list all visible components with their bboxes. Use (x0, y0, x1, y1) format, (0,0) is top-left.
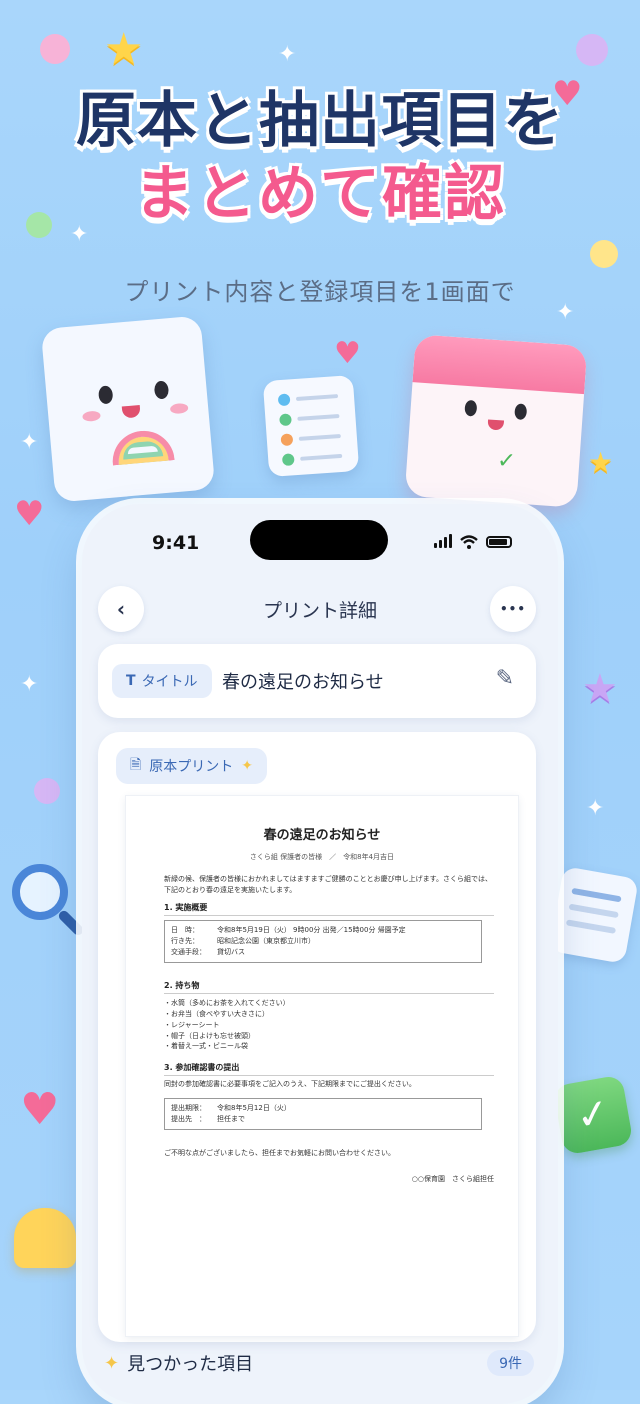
detail-value: 令和8年5月12日（火） (217, 1104, 291, 1112)
hero-title-line2: まとめて確認 (134, 159, 506, 230)
calendar-character-illustration: ✓ (404, 334, 588, 508)
bell-character-icon (14, 1208, 76, 1268)
sparkle-icon: ✦ (20, 430, 39, 455)
cheek (82, 410, 101, 422)
sparkle-icon: ✦ (20, 672, 39, 697)
mouth (121, 404, 141, 419)
title-chip: T タイトル (112, 664, 212, 698)
star-icon: ★ (582, 666, 618, 712)
print-document-image[interactable]: 春の遠足のお知らせ さくら組 保護者の皆様 ／ 令和8年4月吉日 新緑の候、保護… (126, 796, 518, 1336)
decor-dot-yellow (590, 240, 618, 268)
status-icons (434, 534, 512, 549)
detail-value: 担任まで (217, 1114, 245, 1123)
phone-mockup: 9:41 ‹ プリント詳細 ••• T タイトル 春の遠足のお知らせ ✎ 🗎 原… (82, 504, 558, 1404)
detail-label: 交通手段： (171, 947, 206, 956)
list-item: ・帽子（日よけも忘せ被頭） (164, 1031, 255, 1040)
dynamic-island (250, 520, 388, 560)
checkmark-box-icon: ✓ (552, 1074, 634, 1156)
check-icon: ✓ (496, 448, 517, 475)
decor-dot-purple (576, 34, 608, 66)
star-icon: ★ (104, 24, 144, 75)
list-item: ・レジャーシート (164, 1020, 220, 1029)
heart-icon: ♥ (14, 494, 45, 534)
checklist-illustration (262, 374, 360, 478)
divider (164, 913, 494, 916)
more-button[interactable]: ••• (490, 586, 536, 632)
rainbow-icon (110, 428, 175, 466)
title-chip-label: タイトル (141, 674, 198, 690)
battery-icon (486, 536, 512, 548)
more-horizontal-icon: ••• (499, 602, 526, 616)
eye (153, 380, 170, 400)
detail-label: 提出先 ： (171, 1114, 206, 1123)
original-print-label: 原本プリント (149, 759, 234, 775)
eye (514, 403, 528, 421)
status-time: 9:41 (152, 532, 200, 554)
print-details-box: 日 時： 令和8年5月19日（火） 9時00分 出発／15時00分 帰園予定 行き… (164, 920, 482, 963)
page-title: プリント詳細 (262, 600, 377, 622)
magnifier-handle (56, 908, 86, 938)
detail-value: 貸切バス (217, 947, 245, 956)
detail-label: 日 時： (171, 926, 199, 934)
list-item: ・水筒（多めにお茶を入れてください） (164, 999, 290, 1007)
wifi-icon (460, 534, 478, 549)
cheek (169, 402, 189, 415)
heart-icon: ♥ (20, 1084, 60, 1135)
original-print-chip: 🗎 原本プリント ✦ (116, 748, 267, 784)
signal-icon (434, 534, 452, 548)
detail-label: 行き先： (171, 936, 199, 945)
print-items-list: ・水筒（多めにお茶を入れてください） ・お弁当（食べやすい大きさに） ・レジャー… (164, 998, 494, 1052)
text-type-icon: T (126, 673, 136, 689)
print-submit-box: 提出期限： 令和8年5月12日（火） 提出先 ： 担任まで (164, 1098, 482, 1130)
list-item: ・着替え一式・ビニール袋 (164, 1042, 248, 1051)
sparkle-icon: ✦ (104, 1352, 120, 1374)
eye (97, 385, 114, 405)
hero-subtitle: プリント内容と登録項目を1画面で (124, 278, 516, 306)
list-card-illustration (549, 866, 639, 964)
sparkle-icon: ✦ (278, 42, 297, 67)
print-signature: ○○保育園 さくら組担任 (411, 1175, 494, 1183)
print-closing: ご不明な点がございましたら、担任までお気軽にお問い合わせください。 (164, 1149, 395, 1157)
original-print-card: 🗎 原本プリント ✦ 春の遠足のお知らせ さくら組 保護者の皆様 ／ 令和8年4… (98, 732, 536, 1342)
document-icon: 🗎 (130, 757, 142, 773)
title-field-card[interactable]: T タイトル 春の遠足のお知らせ ✎ (98, 644, 536, 718)
detail-label: 提出期限： (171, 1104, 206, 1112)
pencil-icon[interactable]: ✎ (496, 666, 514, 691)
divider (164, 991, 494, 994)
sparkle-icon: ✦ (586, 796, 605, 821)
found-items-count-badge: 9件 (487, 1350, 534, 1376)
star-icon: ★ (588, 446, 614, 479)
detail-value: 昭和記念公園（東京都立川市） (217, 936, 315, 945)
hero-headline: 原本と抽出項目を まとめて確認 (0, 86, 640, 230)
decor-dot-purple (34, 778, 60, 804)
heart-icon: ♥ (334, 336, 361, 371)
divider (164, 1073, 494, 1076)
decor-dot-pink (40, 34, 70, 64)
found-items-header: ✦ 見つかった項目 (104, 1350, 253, 1376)
print-submit-note: 同封の参加確認書に必要事項をご記入のうえ、下記期限までにご提出ください。 (164, 1080, 416, 1088)
hero-title-line1: 原本と抽出項目を (76, 86, 564, 156)
eye (464, 399, 478, 417)
title-value: 春の遠足のお知らせ (222, 672, 384, 693)
detail-value: 令和8年5月19日（火） 9時00分 出発／15時00分 帰園予定 (217, 926, 406, 934)
found-items-label: 見つかった項目 (127, 1354, 254, 1375)
print-title: 春の遠足のお知らせ (263, 828, 381, 843)
mouth (487, 419, 505, 431)
print-meta: さくら組 保護者の皆様 ／ 令和8年4月吉日 (249, 853, 395, 861)
list-item: ・お弁当（食べやすい大きさに） (164, 1009, 269, 1018)
print-intro: 新緑の候、保護者の皆様におかれましてはますますご健勝のこととお慶び申し上げます。… (164, 875, 492, 894)
document-character-illustration (40, 315, 216, 503)
sparkle-icon: ✦ (241, 758, 253, 774)
